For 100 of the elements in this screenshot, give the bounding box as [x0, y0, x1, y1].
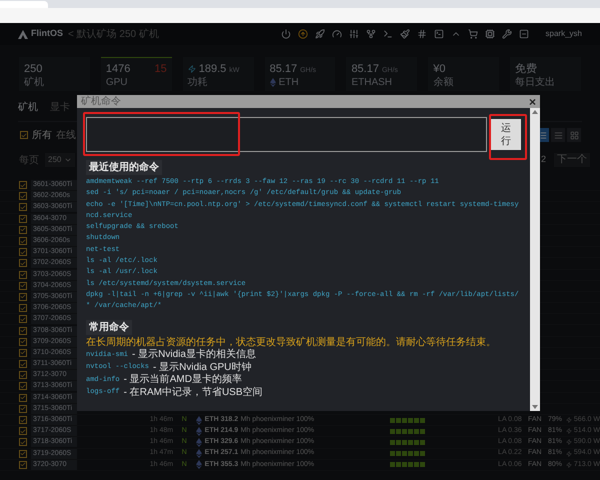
checkbox[interactable]: [19, 404, 27, 413]
run-button[interactable]: 运行: [491, 119, 521, 150]
hash-icon[interactable]: [416, 29, 427, 39]
command-description: - 在RAM中记录，节省USB空间: [124, 386, 263, 400]
checkbox[interactable]: [19, 203, 27, 212]
checkbox[interactable]: [19, 348, 27, 357]
chevron-down-icon: [64, 156, 72, 164]
eth-icon: [196, 449, 202, 458]
stat-value: 85.17: [270, 62, 298, 77]
checkbox[interactable]: [19, 282, 27, 290]
section-title: 常用命令: [86, 320, 132, 335]
scrollbar[interactable]: [530, 108, 540, 411]
checkbox[interactable]: [19, 226, 27, 234]
gpu-status-drawing: [390, 440, 426, 445]
bolt-icon: [566, 462, 572, 468]
minus-square-icon[interactable]: [518, 29, 529, 39]
next-page-button[interactable]: 下一个: [554, 153, 590, 167]
checkbox[interactable]: [19, 259, 27, 268]
gpu-status-drawing: [390, 451, 426, 456]
stat-label: 矿机: [24, 77, 44, 88]
table-icon: [554, 130, 562, 140]
gpu-status-drawing: [390, 462, 426, 468]
checkbox[interactable]: [19, 214, 27, 223]
alert-count: 15: [154, 62, 167, 77]
stat-value: 250: [24, 62, 42, 76]
logo-text: FlintOS: [31, 27, 63, 40]
gpu-status-drawing: [390, 418, 426, 423]
command-description: - 显示当前AMD显卡的频率: [124, 372, 242, 386]
checkbox[interactable]: [19, 338, 27, 346]
rocket-icon[interactable]: [314, 29, 325, 39]
logo-icon: [18, 30, 28, 38]
checkbox[interactable]: [19, 460, 27, 469]
checkbox[interactable]: [19, 427, 27, 436]
bolt-icon: [566, 428, 572, 434]
cart-icon[interactable]: [468, 29, 478, 39]
eth-icon: [196, 416, 202, 425]
checkbox[interactable]: [19, 192, 27, 200]
stat-label: GPU: [106, 77, 128, 88]
checkbox[interactable]: [19, 326, 27, 335]
checkbox[interactable]: [19, 270, 27, 279]
checkbox[interactable]: [19, 181, 27, 190]
command-input[interactable]: [86, 117, 487, 152]
brush-icon[interactable]: [400, 29, 410, 39]
stat-value: 189.5: [198, 62, 226, 76]
sliders-icon[interactable]: [348, 29, 359, 39]
checkbox[interactable]: [19, 438, 27, 446]
console-icon[interactable]: [434, 29, 444, 39]
filter-label[interactable]: 所有: [32, 128, 52, 142]
warning-text: 在长周期的机器占资源的任务中，状态更改导致矿机测量是有可能的。请耐心等待任务结束。: [86, 336, 497, 348]
tab[interactable]: 矿机: [18, 100, 38, 115]
grid-icon: [570, 130, 578, 140]
checkbox[interactable]: [19, 248, 27, 256]
checkbox[interactable]: [19, 450, 27, 458]
checkbox[interactable]: [19, 304, 27, 312]
bolt-icon: [566, 417, 572, 424]
stat-label: 功耗: [188, 77, 208, 88]
stat-value: 1476: [106, 62, 130, 77]
gpu-status-drawing: [390, 428, 426, 434]
command-description: - 显示Nvidia GPU时钟: [153, 360, 252, 374]
stat-label: 每日支出: [515, 77, 556, 88]
stat-label: 余额: [433, 77, 454, 88]
highlight-box: [489, 114, 527, 160]
power-icon[interactable]: [280, 29, 291, 39]
stat-label: ETHASH: [351, 77, 392, 88]
filter-option[interactable]: 在线: [56, 128, 76, 142]
terminal-icon[interactable]: [382, 29, 393, 39]
eth-icon: [270, 78, 276, 88]
page-number[interactable]: 2: [540, 153, 546, 167]
stat-value: 免费: [515, 62, 538, 76]
grid-view-button[interactable]: [567, 128, 581, 142]
bolt-icon: [566, 450, 572, 457]
checkbox[interactable]: [19, 371, 27, 380]
eth-icon: [196, 460, 202, 470]
checkbox[interactable]: [19, 360, 27, 368]
command-description: - 显示Nvidia显卡的相关信息: [132, 348, 256, 362]
stat-value: ¥0: [433, 62, 446, 76]
checkbox[interactable]: [19, 292, 27, 301]
checkbox[interactable]: [19, 315, 27, 324]
wrench-icon[interactable]: [502, 29, 512, 39]
checkbox[interactable]: [19, 382, 27, 390]
dialog-title: 矿机命令: [81, 96, 121, 106]
checkbox[interactable]: [19, 416, 27, 424]
stat-value: 85.17: [351, 62, 379, 77]
upload-icon[interactable]: [298, 29, 308, 39]
eth-icon: [196, 426, 202, 436]
gauge-icon[interactable]: [332, 29, 342, 39]
checkbox[interactable]: [19, 237, 27, 246]
bolt-icon: [188, 65, 196, 73]
chip-icon[interactable]: [484, 29, 495, 39]
list-icon: [538, 130, 546, 140]
checkbox[interactable]: [19, 394, 27, 402]
stat-label: ETH: [278, 77, 299, 88]
bolt-icon: [566, 439, 572, 446]
close-button[interactable]: ×: [528, 96, 536, 108]
fork-icon[interactable]: [366, 29, 376, 39]
eth-icon: [196, 438, 202, 447]
section-title: 最近使用的命令: [86, 160, 162, 175]
user-name[interactable]: spark_ysh: [546, 28, 582, 40]
checkbox[interactable]: [20, 131, 28, 139]
per-page-select[interactable]: 250: [45, 153, 76, 167]
